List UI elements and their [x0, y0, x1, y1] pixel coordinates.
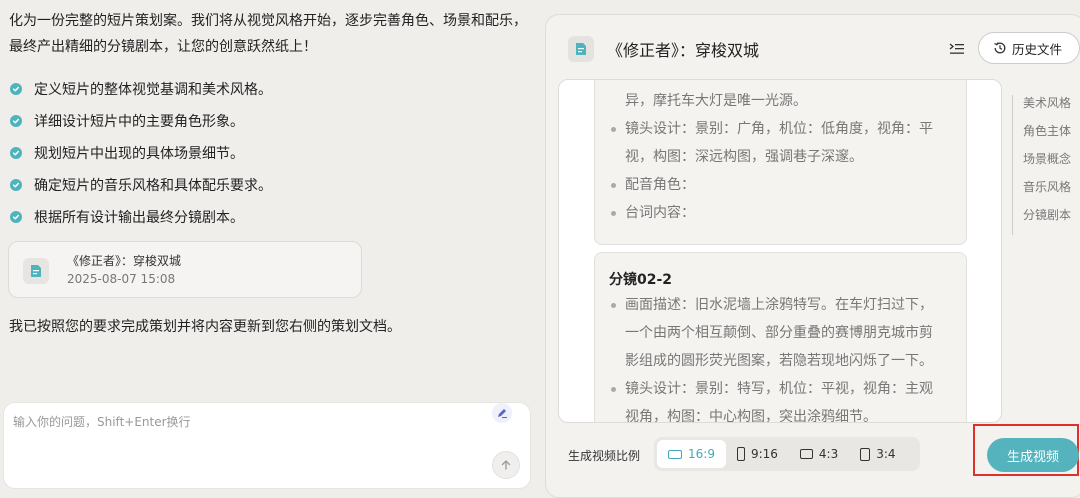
plan-step: 详细设计短片中的主要角色形象。 — [9, 105, 272, 137]
chat-input-box — [3, 402, 531, 489]
assistant-reply-text: 我已按照您的要求完成策划并将内容更新到您右侧的策划文档。 — [9, 319, 401, 335]
check-circle-icon — [10, 115, 22, 127]
history-files-button[interactable]: 历史文件 — [978, 32, 1080, 64]
document-icon — [568, 36, 594, 62]
document-outline: 美术风格 角色主体 场景概念 音乐风格 分镜剧本 — [1012, 95, 1071, 235]
outline-item[interactable]: 分镜剧本 — [1012, 207, 1071, 235]
arrow-up-icon — [501, 460, 511, 470]
landscape-rect-icon — [799, 449, 813, 459]
check-circle-icon — [10, 83, 22, 95]
chat-input[interactable] — [13, 413, 473, 443]
shot-card: 分镜02-2 画面描述：旧水泥墙上涂鸦特写。在车灯扫过下， 一个由两个相互颠倒、… — [594, 252, 967, 423]
outline-item[interactable]: 角色主体 — [1012, 123, 1071, 151]
plan-step: 根据所有设计输出最终分镜剧本。 — [9, 201, 272, 233]
plan-step: 定义短片的整体视觉基调和美术风格。 — [9, 73, 272, 105]
shot-line: 影组成的圆形荧光图案，若隐若现地闪烁了一下。 — [625, 353, 933, 369]
aspect-ratio-selector: 16:9 9:16 4:3 3:4 — [654, 437, 920, 471]
send-button[interactable] — [492, 451, 520, 479]
plan-step-list: 定义短片的整体视觉基调和美术风格。 详细设计短片中的主要角色形象。 规划短片中出… — [9, 73, 272, 233]
document-card-title: 《修正者》：穿梭双城 — [67, 254, 182, 268]
shot-line: 镜头设计：景别：特写，机位：平视，视角：主观 — [609, 375, 954, 403]
document-icon — [23, 258, 49, 284]
shot-card: 异，摩托车大灯是唯一光源。 镜头设计：景别：广角，机位：低角度，视角：平 视，构… — [594, 80, 967, 245]
plan-step-label: 确定短片的音乐风格和具体配乐要求。 — [34, 178, 272, 194]
plan-step: 确定短片的音乐风格和具体配乐要求。 — [9, 169, 272, 201]
outline-item[interactable]: 音乐风格 — [1012, 179, 1071, 207]
landscape-rect-icon — [668, 449, 682, 459]
ratio-option-3-4[interactable]: 3:4 — [849, 440, 906, 468]
document-card[interactable]: 《修正者》：穿梭双城 2025-08-07 15:08 — [8, 241, 362, 298]
document-content[interactable]: 异，摩托车大灯是唯一光源。 镜头设计：景别：广角，机位：低角度，视角：平 视，构… — [558, 79, 1002, 423]
assistant-intro-text: 化为一份完整的短片策划案。我们将从视觉风格开始，逐步完善角色、场景和配乐，最终产… — [9, 13, 527, 55]
check-circle-icon — [10, 179, 22, 191]
history-files-label: 历史文件 — [1012, 41, 1063, 57]
shot-line: 配音角色： — [609, 171, 954, 199]
history-icon — [994, 42, 1006, 54]
shot-line: 画面描述：旧水泥墙上涂鸦特写。在车灯扫过下， — [609, 291, 954, 319]
ratio-option-9-16[interactable]: 9:16 — [726, 440, 789, 468]
aspect-ratio-label: 生成视频比例 — [568, 449, 641, 463]
check-circle-icon — [10, 211, 22, 223]
chat-pane: 化为一份完整的短片策划案。我们将从视觉风格开始，逐步完善角色、场景和配乐，最终产… — [0, 0, 545, 498]
shot-line: 台词内容： — [609, 199, 954, 227]
shot-line: 一个由两个相互颠倒、部分重叠的赛博朋克城市剪 — [625, 325, 933, 341]
pen-icon[interactable] — [492, 403, 512, 423]
portrait-rect-icon — [860, 447, 871, 461]
shot-line: 镜头设计：景别：广角，机位：低角度，视角：平 — [609, 115, 954, 143]
plan-step-label: 定义短片的整体视觉基调和美术风格。 — [34, 82, 272, 98]
document-pane: 《修正者》：穿梭双城 历史文件 异，摩托车大灯是唯一光源。 镜头设计：景别：广角… — [545, 14, 1080, 498]
plan-step-label: 根据所有设计输出最终分镜剧本。 — [34, 210, 244, 226]
shot-line: 异，摩托车大灯是唯一光源。 — [625, 93, 807, 109]
generate-video-button[interactable]: 生成视频 — [987, 438, 1079, 472]
plan-step-label: 详细设计短片中的主要角色形象。 — [34, 114, 244, 130]
portrait-rect-icon — [736, 447, 745, 461]
ratio-option-4-3[interactable]: 4:3 — [789, 440, 849, 468]
plan-step: 规划短片中出现的具体场景细节。 — [9, 137, 272, 169]
check-circle-icon — [10, 147, 22, 159]
shot-line: 视，构图：深远构图，强调巷子深邃。 — [625, 149, 863, 165]
outline-toggle-icon[interactable] — [946, 39, 968, 59]
document-card-timestamp: 2025-08-07 15:08 — [67, 272, 176, 286]
outline-item[interactable]: 场景概念 — [1012, 151, 1071, 179]
outline-item[interactable]: 美术风格 — [1012, 95, 1071, 123]
ratio-option-16-9[interactable]: 16:9 — [657, 440, 726, 468]
shot-heading: 分镜02-2 — [609, 272, 673, 288]
plan-step-label: 规划短片中出现的具体场景细节。 — [34, 146, 244, 162]
shot-line: 视角，构图：中心构图，突出涂鸦细节。 — [625, 409, 877, 423]
document-title: 《修正者》：穿梭双城 — [607, 41, 760, 60]
